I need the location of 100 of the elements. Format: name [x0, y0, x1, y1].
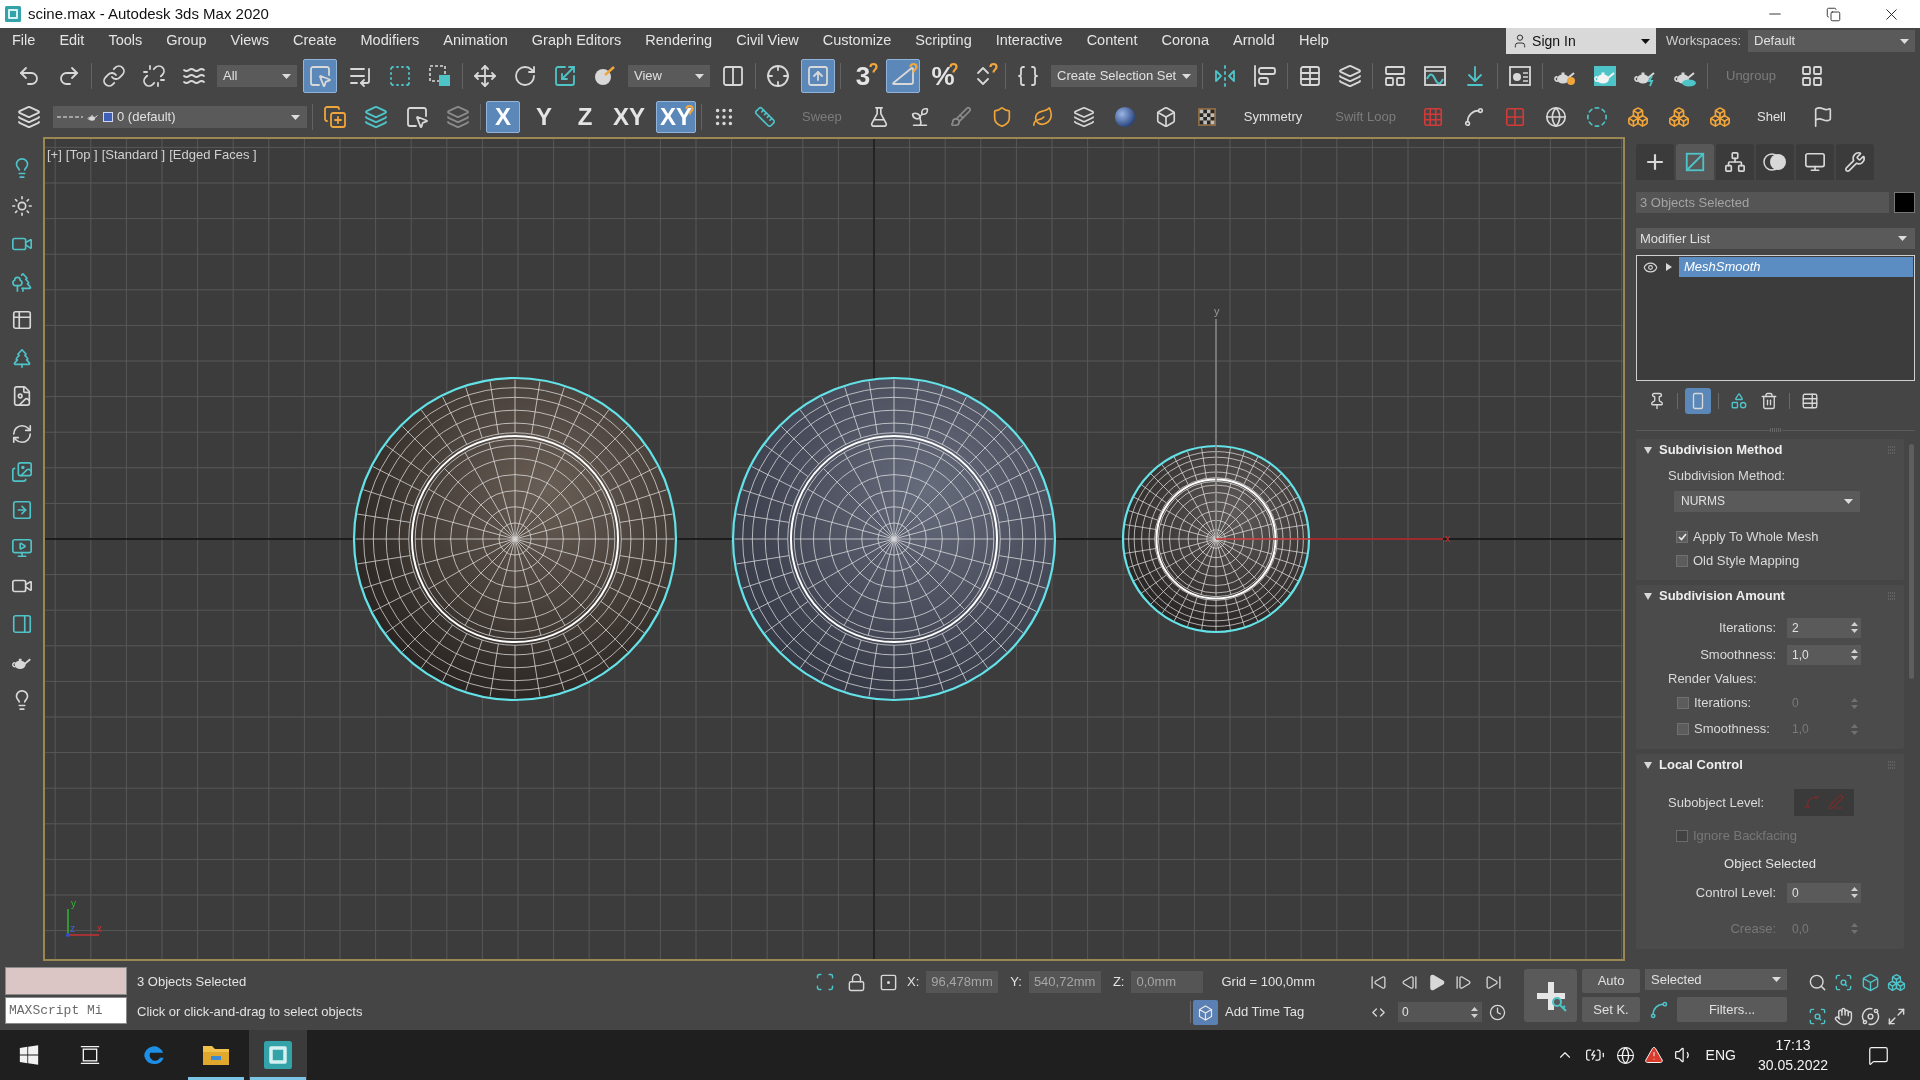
- eye-icon[interactable]: [1643, 259, 1658, 275]
- keyboard-override-button[interactable]: [801, 59, 835, 93]
- menu-item[interactable]: Customize: [810, 30, 904, 52]
- stacked-photos-icon[interactable]: [10, 461, 33, 483]
- checkbox[interactable]: [1676, 531, 1688, 543]
- key-filter-dropdown[interactable]: Selected: [1645, 969, 1787, 990]
- lock-icon[interactable]: [847, 972, 866, 992]
- command-panel-tab[interactable]: [1716, 144, 1754, 180]
- viewport-label[interactable]: [Top ]: [65, 145, 98, 165]
- menu-item[interactable]: Rendering: [633, 30, 725, 52]
- frame-field[interactable]: 0: [1398, 1002, 1482, 1022]
- task-view-icon[interactable]: [80, 1045, 100, 1065]
- x-axis-button[interactable]: X: [486, 101, 520, 133]
- rollout-header[interactable]: Subdivision Method: [1636, 439, 1904, 461]
- snap-toggle-button[interactable]: 3: [846, 59, 880, 93]
- reference-coordinate-dropdown[interactable]: View: [628, 65, 710, 87]
- viewport-label[interactable]: [Edged Faces ]: [169, 145, 257, 165]
- menu-item[interactable]: Group: [154, 30, 219, 52]
- menu-item[interactable]: Content: [1074, 30, 1150, 52]
- set-key-button[interactable]: [1524, 969, 1577, 1022]
- select-object-button[interactable]: [303, 59, 337, 93]
- menu-item[interactable]: Graph Editors: [519, 30, 634, 52]
- number-field[interactable]: 2: [1787, 617, 1861, 638]
- menu-item[interactable]: Scripting: [903, 30, 984, 52]
- command-panel-tab[interactable]: [1756, 144, 1794, 180]
- symmetry-button[interactable]: Symmetry: [1230, 101, 1316, 133]
- axis-snap-button[interactable]: XY: [656, 101, 697, 133]
- angle-snap-button[interactable]: [886, 59, 920, 93]
- cubes-icon[interactable]: [1887, 973, 1907, 993]
- percent-snap-button[interactable]: %: [926, 59, 960, 93]
- auto-key-button[interactable]: Auto: [1582, 969, 1640, 993]
- table-icon[interactable]: [10, 309, 33, 331]
- rollout-header[interactable]: Subdivision Amount: [1636, 585, 1904, 607]
- menu-item[interactable]: Modifiers: [348, 30, 432, 52]
- language-indicator[interactable]: ENG: [1705, 1044, 1736, 1066]
- z-axis-button[interactable]: Z: [568, 101, 602, 133]
- restore-icon[interactable]: [1825, 6, 1841, 22]
- zoom-icon[interactable]: [1807, 973, 1827, 993]
- menu-item[interactable]: Help: [1286, 30, 1341, 52]
- viewport-label[interactable]: [Standard ]: [101, 145, 166, 165]
- maximize-icon[interactable]: [1887, 1006, 1907, 1026]
- filters-button[interactable]: Filters...: [1677, 997, 1787, 1022]
- pan-icon[interactable]: [1834, 1006, 1854, 1026]
- warning-icon[interactable]: [1643, 1045, 1664, 1065]
- globe-icon[interactable]: [1615, 1045, 1635, 1065]
- magnifier-frame-icon[interactable]: [1807, 1006, 1827, 1026]
- curve-icon[interactable]: [1649, 999, 1669, 1020]
- xy-plane-button[interactable]: XY: [609, 101, 649, 133]
- clock-time[interactable]: 17:13: [1775, 1035, 1811, 1055]
- command-panel-tab[interactable]: [1636, 144, 1674, 180]
- menu-item[interactable]: Views: [218, 30, 281, 52]
- number-field[interactable]: 0: [1787, 882, 1861, 903]
- modifier-stack-item[interactable]: MeshSmooth: [1679, 257, 1913, 277]
- play-icon[interactable]: [1427, 972, 1446, 992]
- clock-icon[interactable]: [1489, 1003, 1506, 1021]
- y-axis-button[interactable]: Y: [527, 101, 561, 133]
- arrow-square-icon[interactable]: [10, 499, 33, 521]
- sun-icon[interactable]: [10, 195, 33, 217]
- method-dropdown[interactable]: NURMS: [1674, 490, 1860, 512]
- set-key-mode-button[interactable]: Set K.: [1582, 997, 1640, 1022]
- step-forward-icon[interactable]: [1455, 973, 1472, 991]
- menu-item[interactable]: Create: [280, 30, 349, 52]
- sign-in-dropdown[interactable]: Sign In: [1506, 28, 1657, 54]
- add-time-tag-button[interactable]: Add Time Tag: [1193, 999, 1305, 1025]
- command-panel-tab[interactable]: [1796, 144, 1834, 180]
- resize-handle-icon[interactable]: [1769, 428, 1782, 432]
- menu-item[interactable]: Civil View: [724, 30, 811, 52]
- step-back-icon[interactable]: [1401, 973, 1418, 991]
- number-field[interactable]: 1,0: [1787, 644, 1861, 665]
- taskbar-app-button[interactable]: [249, 1030, 307, 1080]
- play-screen-icon[interactable]: [10, 537, 33, 559]
- modifier-list-dropdown[interactable]: Modifier List: [1636, 228, 1915, 249]
- start-icon[interactable]: [19, 1045, 39, 1065]
- orbit-icon[interactable]: [1860, 1006, 1880, 1026]
- swatch-icon[interactable]: [1894, 192, 1915, 213]
- expand-triangle-icon[interactable]: [1666, 263, 1672, 271]
- clock-date[interactable]: 30.05.2022: [1757, 1055, 1828, 1075]
- circular-arrows-icon[interactable]: [10, 423, 33, 445]
- menu-item[interactable]: Interactive: [983, 30, 1075, 52]
- shell-button[interactable]: Shell: [1744, 101, 1799, 133]
- checkbox[interactable]: [1676, 555, 1688, 567]
- menu-item[interactable]: Tools: [96, 30, 155, 52]
- cube-icon[interactable]: [1860, 973, 1880, 993]
- command-panel-tab[interactable]: [1836, 144, 1874, 180]
- menu-item[interactable]: Edit: [47, 30, 97, 52]
- scrollbar-thumb[interactable]: [1909, 444, 1914, 679]
- magnifier-frame-icon[interactable]: [1834, 973, 1854, 993]
- stack-tool-button[interactable]: [1685, 388, 1711, 414]
- listener-input-field[interactable]: MAXScript Mi: [5, 997, 127, 1024]
- skip-back-icon[interactable]: [1370, 973, 1387, 991]
- viewport-label[interactable]: [+]: [47, 145, 62, 165]
- selection-set-dropdown[interactable]: Create Selection Set: [1051, 65, 1197, 87]
- workspace-dropdown[interactable]: Default: [1748, 30, 1915, 52]
- rollout-header[interactable]: Local Control: [1636, 754, 1904, 776]
- selection-filter-dropdown[interactable]: All: [217, 65, 297, 87]
- menu-item[interactable]: File: [0, 30, 48, 52]
- listener-output-field[interactable]: [5, 967, 127, 995]
- trees-icon[interactable]: [10, 271, 33, 293]
- menu-item[interactable]: Corona: [1149, 30, 1221, 52]
- command-panel-tab[interactable]: [1676, 144, 1714, 180]
